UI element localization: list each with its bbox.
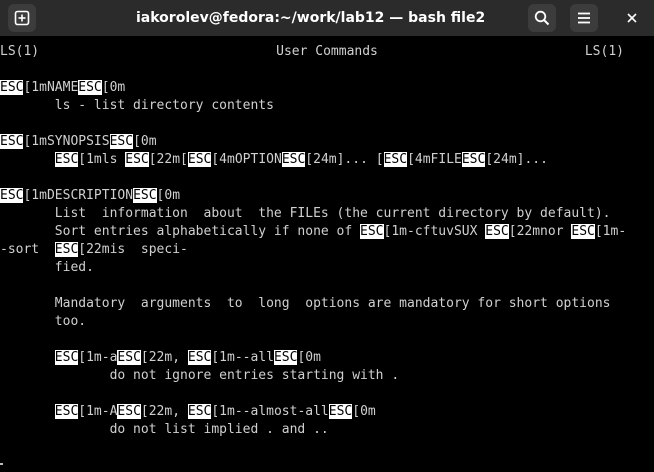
terminal-line: ESC[1mls ESC[22m[ESC[4mOPTIONESC[24m]...… [0, 151, 654, 169]
escape-token: ESC [485, 224, 509, 239]
terminal-line: ESC[1m-aESC[22m, ESC[1m--allESC[0m [0, 349, 654, 367]
new-tab-icon [14, 10, 30, 26]
escape-token: ESC [78, 80, 102, 95]
terminal-text: Mandatory arguments to long options are … [0, 296, 611, 311]
terminal-cursor [0, 463, 3, 465]
escape-token: ESC [187, 152, 212, 167]
escape-token: ESC [360, 224, 384, 239]
terminal-line: too. [0, 313, 654, 331]
escape-token: ESC [54, 350, 79, 365]
terminal-text: [1mNAME [23, 80, 79, 95]
escape-token: ESC [461, 152, 486, 167]
escape-token: ESC [187, 404, 212, 419]
new-tab-button[interactable] [8, 4, 36, 32]
escape-token: ESC [54, 404, 79, 419]
escape-token: ESC [571, 224, 595, 239]
menu-icon [578, 12, 590, 24]
escape-token: ESC [133, 188, 157, 203]
terminal-line: ESC[1mNAMEESC[0m [0, 79, 654, 97]
terminal-line: ESC[1mSYNOPSISESC[0m [0, 133, 654, 151]
terminal-line: fied. [0, 259, 654, 277]
terminal-text: [1m-A [78, 404, 118, 419]
terminal-line: Mandatory arguments to long options are … [0, 295, 654, 313]
terminal-line: ESC[1mDESCRIPTIONESC[0m [0, 187, 654, 205]
terminal-text: [22mnor [508, 224, 572, 239]
terminal-text: List information about the FILEs (the cu… [0, 206, 611, 221]
terminal-line: ESC[1m-AESC[22m, ESC[1m--almost-allESC[0… [0, 403, 654, 421]
escape-token: ESC [273, 350, 298, 365]
terminal-line: ls - list directory contents [0, 97, 654, 115]
terminal-text: [1m- [594, 224, 627, 239]
terminal-line: Sort entries alphabetically if none of E… [0, 223, 654, 241]
terminal-text: [0m [156, 188, 181, 203]
terminal-line: List information about the FILEs (the cu… [0, 205, 654, 223]
terminal-text: [0m [133, 134, 157, 149]
terminal-text: [1mls [78, 152, 126, 167]
window-title: iakorolev@fedora:~/work/lab12 — bash fil… [136, 10, 484, 26]
escape-token: ESC [0, 134, 24, 149]
terminal-text: [1m--all [211, 350, 274, 365]
terminal-text: [22m, [140, 404, 188, 419]
terminal-text: do not ignore entries starting with . [0, 368, 400, 383]
escape-token: ESC [383, 152, 408, 167]
terminal-text: [1m--almost-all [211, 404, 329, 419]
terminal-text: [22m, [140, 350, 188, 365]
terminal-text: [1mDESCRIPTION [23, 188, 134, 203]
terminal-text: ls - list directory contents [0, 98, 274, 113]
terminal-text: [24m]... [ [305, 152, 384, 167]
terminal-line: -sort ESC[22mis speci- [0, 241, 654, 259]
escape-token: ESC [117, 404, 141, 419]
terminal-text: LS(1) [584, 44, 624, 59]
terminal-text: [4mFILE [407, 152, 462, 167]
terminal-text: [0m [352, 404, 376, 419]
escape-token: ESC [54, 242, 79, 257]
escape-token: ESC [125, 152, 149, 167]
terminal-text: [22mis speci- [78, 242, 188, 257]
search-button[interactable] [528, 4, 556, 32]
escape-token: ESC [0, 80, 24, 95]
terminal-line: do not list implied . and .. [0, 421, 654, 439]
terminal-text: [22m[ [148, 152, 188, 167]
terminal-text: -sort [0, 242, 55, 257]
terminal-text: [0m [101, 80, 126, 95]
terminal-text: [1mSYNOPSIS [23, 134, 110, 149]
escape-token: ESC [281, 152, 306, 167]
terminal-text: too. [0, 314, 87, 329]
escape-token: ESC [187, 350, 212, 365]
terminal-text: [4mOPTION [211, 152, 282, 167]
terminal-text: [0m [297, 350, 321, 365]
escape-token: ESC [328, 404, 353, 419]
terminal-text: Sort entries alphabetically if none of [0, 224, 361, 239]
escape-token: ESC [117, 350, 141, 365]
escape-token: ESC [0, 188, 24, 203]
terminal-text: fied. [0, 260, 94, 275]
search-icon [534, 10, 550, 26]
terminal-text: [1m-a [78, 350, 118, 365]
escape-token: ESC [109, 134, 134, 149]
terminal-text: [24m]... [485, 152, 548, 167]
terminal-output[interactable]: LS(1) User Commands LS(1) ESC[1mNAMEESC[0m … [0, 36, 654, 472]
terminal-line: do not ignore entries starting with . [0, 367, 654, 385]
title-bar: iakorolev@fedora:~/work/lab12 — bash fil… [0, 0, 654, 36]
close-button[interactable] [618, 4, 646, 32]
terminal-text: do not list implied . and .. [0, 422, 329, 437]
terminal-text: [1m-cftuvSUX [383, 224, 486, 239]
terminal-line: LS(1) [0, 43, 624, 61]
close-icon [627, 13, 637, 23]
escape-token: ESC [54, 152, 79, 167]
menu-button[interactable] [570, 4, 598, 32]
